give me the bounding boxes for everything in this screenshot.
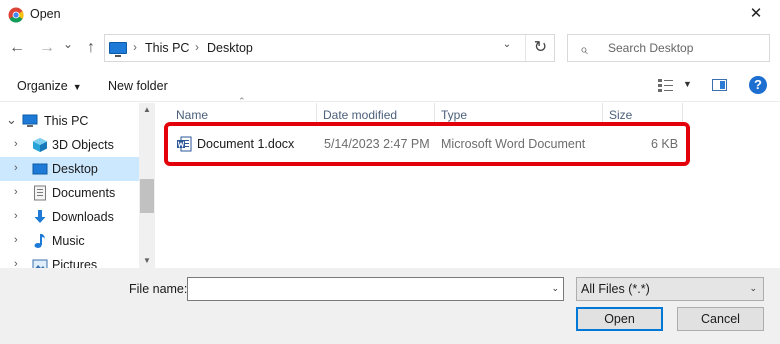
window-title: Open [30,7,61,21]
back-arrow-icon[interactable]: ← [6,36,28,60]
sidebar-item-3d-objects[interactable]: › 3D Objects [0,133,139,157]
sidebar-item-label: Pictures [52,258,98,268]
new-folder-button[interactable]: New folder [108,79,168,93]
column-header-type[interactable]: Type [441,108,467,122]
documents-icon [34,185,46,201]
change-view-icon[interactable] [656,76,676,94]
column-header-size[interactable]: Size [609,108,632,122]
address-bar[interactable]: › This PC › Desktop ⌄ ↻ [104,34,555,62]
sidebar-item-documents[interactable]: › Documents [0,181,139,205]
file-name-input[interactable] [188,278,538,300]
scrollbar-thumb[interactable] [140,179,154,213]
chevron-right-icon[interactable]: › [14,258,18,268]
sidebar-item-desktop[interactable]: › Desktop [0,157,139,181]
chevron-down-icon[interactable]: ⌄ [551,283,559,294]
file-type-value: All Files (*.*) [581,282,650,296]
chevron-right-icon[interactable]: › [14,162,18,174]
3d-objects-icon [33,138,47,152]
sidebar-item-music[interactable]: › Music [0,229,139,253]
chevron-right-icon[interactable]: › [14,234,18,246]
sidebar-item-label: Documents [52,186,116,200]
sidebar-item-label: Desktop [52,162,98,176]
monitor-icon [109,42,127,57]
breadcrumb-separator[interactable]: › [195,40,199,54]
chevron-down-icon[interactable]: ⌄ [6,112,17,128]
chevron-right-icon[interactable]: › [14,210,18,222]
scroll-down-icon[interactable]: ▼ [139,254,155,268]
column-header-name[interactable]: Name [176,108,208,122]
forward-arrow-icon[interactable]: → [36,36,58,60]
chevron-right-icon[interactable]: › [14,186,18,198]
search-box[interactable]: ⌕ [567,34,770,62]
caret-down-icon: ▼ [72,82,82,92]
file-name-combobox[interactable]: ⌄ [187,277,564,301]
file-type-select[interactable]: All Files (*.*) ⌄ [576,277,764,301]
sidebar-item-label: 3D Objects [52,138,114,152]
breadcrumb-this-pc[interactable]: This PC [145,41,189,55]
refresh-icon[interactable]: ↻ [525,35,555,61]
organize-label: Organize [17,79,68,93]
sidebar-item-label: Music [52,234,85,248]
address-dropdown-icon[interactable]: ⌄ [499,39,515,50]
organize-button[interactable]: Organize ▼ [17,79,82,93]
file-name-label: File name: [129,282,188,296]
cancel-button[interactable]: Cancel [677,307,764,331]
open-button[interactable]: Open [576,307,663,331]
sidebar-item-label: This PC [44,114,89,128]
pictures-icon [32,259,48,268]
sidebar-item-this-pc[interactable]: ⌄ This PC [0,109,139,133]
command-bar: Organize ▼ New folder ▼ ? [0,70,780,102]
preview-pane-icon[interactable] [712,79,727,91]
desktop-icon [32,163,48,175]
close-icon[interactable]: ✕ [742,2,770,26]
title-bar: Open ✕ [0,0,780,30]
column-header-date-modified[interactable]: Date modified [323,108,397,122]
sidebar-item-label: Downloads [52,210,114,224]
sidebar-item-pictures[interactable]: › Pictures [0,253,139,268]
downloads-icon [34,210,46,223]
chevron-down-icon[interactable]: ⌄ [749,283,757,294]
music-icon [34,234,45,248]
highlight-annotation-box [164,122,690,166]
search-input[interactable] [608,35,763,61]
breadcrumb-separator: › [133,40,137,54]
breadcrumb-desktop[interactable]: Desktop [207,41,253,55]
scroll-up-icon[interactable]: ▲ [139,103,155,117]
chevron-right-icon[interactable]: › [14,138,18,150]
view-options-caret-icon[interactable]: ▼ [683,79,692,89]
recent-locations-chevron-icon[interactable]: ⌄ [60,32,76,56]
chrome-icon [8,7,24,23]
sidebar-item-downloads[interactable]: › Downloads [0,205,139,229]
search-icon: ⌕ [580,41,588,57]
navigation-pane: ⌄ This PC › 3D Objects › Desktop › Docum… [0,103,155,268]
help-icon[interactable]: ? [749,76,767,94]
this-pc-icon [22,114,38,127]
navigation-scrollbar[interactable]: ▲ ▼ [139,103,155,268]
up-arrow-icon[interactable]: ↑ [80,36,102,60]
